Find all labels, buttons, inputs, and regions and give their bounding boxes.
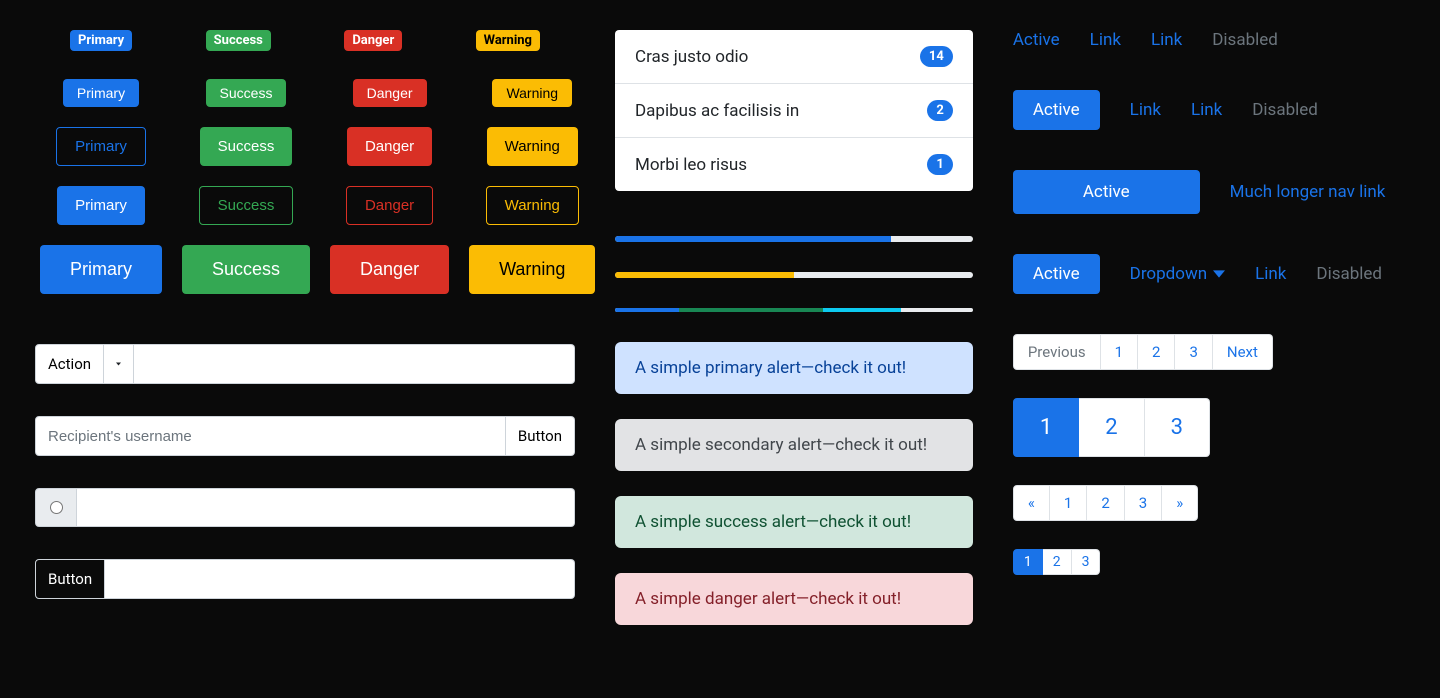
list-group: Cras justo odio 14 Dapibus ac facilisis … [615, 30, 973, 191]
recipient-input[interactable] [35, 416, 506, 456]
list-item[interactable]: Dapibus ac facilisis in 2 [615, 84, 973, 138]
page-1-active[interactable]: 1 [1013, 549, 1043, 575]
progress-bar-seg-3 [823, 308, 902, 312]
nav-long-link[interactable]: Much longer nav link [1230, 182, 1386, 202]
page-1[interactable]: 1 [1050, 485, 1087, 521]
count-badge: 14 [920, 46, 953, 67]
danger-button-outline[interactable]: Danger [346, 186, 433, 225]
progress-bar [615, 272, 794, 278]
alert-success: A simple success alert—check it out! [615, 496, 973, 548]
page-2[interactable]: 2 [1079, 398, 1144, 457]
page-2[interactable]: 2 [1138, 334, 1175, 370]
page-next[interactable]: Next [1213, 334, 1273, 370]
badge-primary: Primary [70, 30, 132, 51]
alert-danger: A simple danger alert—check it out! [615, 573, 973, 625]
nav-link-2[interactable]: Link [1191, 100, 1222, 120]
page-2[interactable]: 2 [1087, 485, 1124, 521]
nav-pills: Active Link Link Disabled [1013, 90, 1405, 130]
badge-warning: Warning [476, 30, 540, 51]
page-3[interactable]: 3 [1072, 549, 1101, 575]
count-badge: 2 [927, 100, 952, 121]
warning-button-outline[interactable]: Warning [486, 186, 579, 225]
nav-disabled: Disabled [1316, 264, 1382, 284]
page-3[interactable]: 3 [1175, 334, 1212, 370]
page-prev-arrow[interactable]: « [1013, 485, 1050, 521]
progress-primary [615, 236, 973, 242]
action-input[interactable] [134, 344, 575, 384]
warning-button-sm[interactable]: Warning [492, 79, 572, 107]
list-item[interactable]: Cras justo odio 14 [615, 30, 973, 84]
radio-addon[interactable] [35, 488, 77, 527]
danger-button-lg[interactable]: Danger [330, 245, 449, 294]
nav-pills-fill: Active Much longer nav link [1013, 170, 1405, 214]
danger-button-md-1[interactable]: Danger [347, 127, 432, 166]
primary-button-md-2[interactable]: Primary [57, 186, 145, 225]
pagination-small: 1 2 3 [1013, 549, 1101, 575]
nav-pill-active[interactable]: Active [1013, 90, 1100, 130]
list-item-label: Dapibus ac facilisis in [635, 101, 799, 121]
page-3[interactable]: 3 [1125, 485, 1162, 521]
dark-button-input[interactable] [105, 559, 575, 599]
primary-button-lg[interactable]: Primary [40, 245, 162, 294]
badge-danger: Danger [344, 30, 402, 51]
page-2[interactable]: 2 [1043, 549, 1072, 575]
page-next-arrow[interactable]: » [1162, 485, 1198, 521]
dropdown-toggle[interactable] [104, 344, 134, 384]
caret-down-icon [116, 359, 121, 369]
radio-text-input[interactable] [77, 488, 575, 527]
nav-disabled: Disabled [1252, 100, 1318, 120]
input-group-dark-button: Button [35, 559, 575, 599]
page-1-active[interactable]: 1 [1013, 398, 1079, 457]
input-group-action: Action [35, 344, 575, 384]
success-button-sm[interactable]: Success [206, 79, 287, 107]
pagination-arrows: « 1 2 3 » [1013, 485, 1198, 521]
page-1[interactable]: 1 [1101, 334, 1138, 370]
list-item-label: Morbi leo risus [635, 155, 747, 175]
alert-secondary: A simple secondary alert—check it out! [615, 419, 973, 471]
nav-pill-active-wide[interactable]: Active [1013, 170, 1200, 214]
pagination-default: Previous 1 2 3 Next [1013, 334, 1405, 370]
nav-pills-dropdown: Active Dropdown Link Disabled [1013, 254, 1405, 294]
nav-link[interactable]: Link [1255, 264, 1286, 284]
success-button-lg[interactable]: Success [182, 245, 310, 294]
nav-link-2[interactable]: Link [1151, 30, 1182, 50]
progress-bar-seg-2 [679, 308, 822, 312]
nav-link-1[interactable]: Link [1130, 100, 1161, 120]
action-button[interactable]: Action [35, 344, 104, 384]
primary-button-outline[interactable]: Primary [56, 127, 146, 166]
nav-disabled: Disabled [1212, 30, 1278, 50]
nav-dropdown[interactable]: Dropdown [1130, 264, 1225, 284]
warning-button-md-1[interactable]: Warning [487, 127, 578, 166]
count-badge: 1 [927, 154, 952, 175]
nav-link-1[interactable]: Link [1090, 30, 1121, 50]
progress-warning [615, 272, 973, 278]
page-3[interactable]: 3 [1145, 398, 1210, 457]
success-button-outline[interactable]: Success [199, 186, 294, 225]
list-item[interactable]: Morbi leo risus 1 [615, 138, 973, 191]
nav-pill-active[interactable]: Active [1013, 254, 1100, 294]
warning-button-lg[interactable]: Warning [469, 245, 595, 294]
badge-success: Success [206, 30, 271, 51]
caret-down-icon [1213, 270, 1225, 278]
alert-primary: A simple primary alert—check it out! [615, 342, 973, 394]
list-item-label: Cras justo odio [635, 47, 748, 67]
progress-bar-seg-1 [615, 308, 679, 312]
input-group-radio [35, 488, 575, 527]
input-group-recipient: Button [35, 416, 575, 456]
danger-button-sm[interactable]: Danger [353, 79, 427, 107]
nav-links: Active Link Link Disabled [1013, 30, 1405, 50]
progress-multi [615, 308, 973, 312]
nav-active[interactable]: Active [1013, 30, 1060, 50]
success-button-md-1[interactable]: Success [200, 127, 293, 166]
primary-button-sm[interactable]: Primary [63, 79, 139, 107]
nav-dropdown-label: Dropdown [1130, 264, 1207, 284]
recipient-button[interactable]: Button [506, 416, 575, 456]
pagination-large: 1 2 3 [1013, 398, 1210, 457]
dark-button[interactable]: Button [35, 559, 105, 599]
page-previous: Previous [1013, 334, 1101, 370]
radio-input[interactable] [50, 501, 63, 514]
progress-bar [615, 236, 891, 242]
